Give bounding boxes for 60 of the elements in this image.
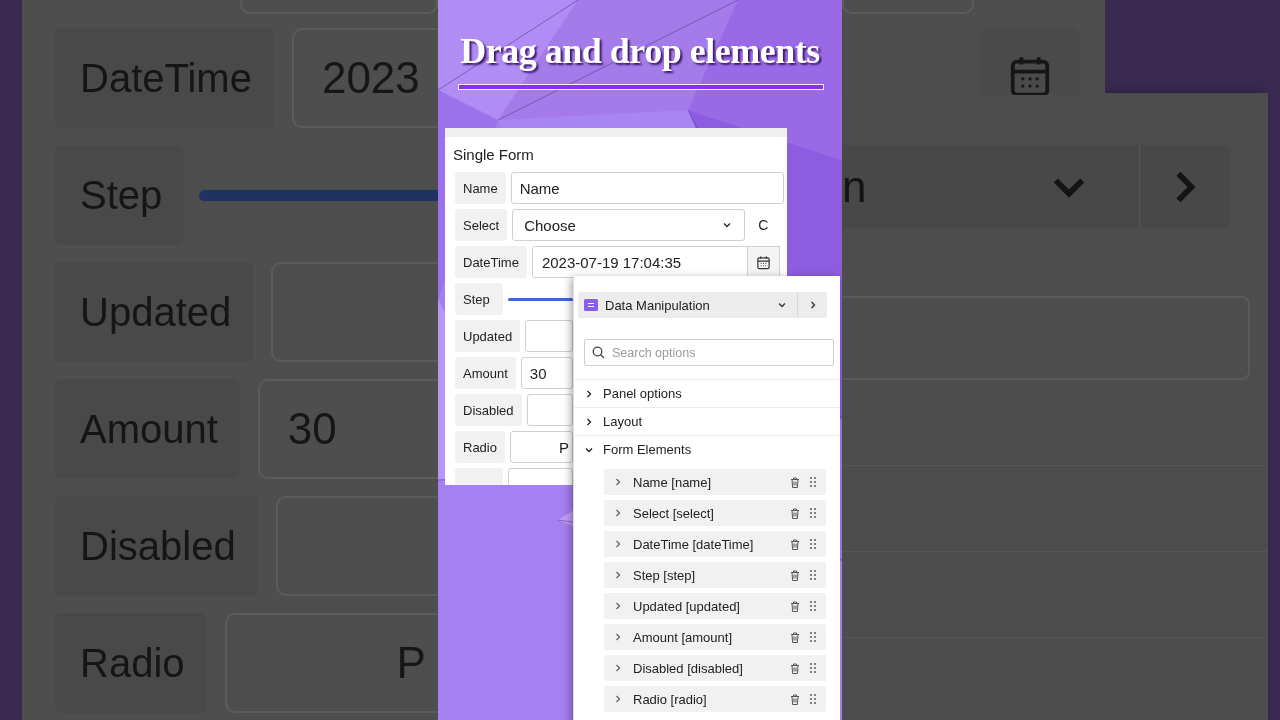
search-icon: [592, 346, 605, 359]
drag-handle-icon[interactable]: [809, 662, 817, 674]
chevron-down-icon: [722, 220, 733, 230]
form-element-item[interactable]: DateTime [dateTime]: [604, 531, 826, 557]
trash-icon[interactable]: [790, 476, 800, 488]
form-element-item[interactable]: Select [select]: [604, 500, 826, 526]
field-label: Radio: [455, 431, 505, 463]
drag-handle-icon[interactable]: [809, 693, 817, 705]
panel-selector[interactable]: Data Manipulation: [578, 292, 827, 318]
trash-icon[interactable]: [790, 538, 800, 550]
form-element-item[interactable]: Disabled [disabled]: [604, 655, 826, 681]
form-element-item[interactable]: Updated [updated]: [604, 593, 826, 619]
input-field[interactable]: [842, 0, 974, 14]
drag-handle-icon[interactable]: [809, 600, 817, 612]
drag-handle-icon[interactable]: [809, 631, 817, 643]
trash-icon[interactable]: [790, 569, 800, 581]
drag-handle-icon[interactable]: [809, 507, 817, 519]
chevron-right-icon: [613, 601, 623, 611]
chevron-right-icon: [613, 508, 623, 518]
section-header[interactable]: Form Elements: [574, 435, 840, 463]
chevron-right-icon: [613, 694, 623, 704]
slider-track[interactable]: [508, 297, 573, 301]
chevron-right-icon: [613, 570, 623, 580]
video-title: Drag and drop elements: [459, 30, 821, 72]
trash-icon[interactable]: [790, 600, 800, 612]
field-label: DateTime: [455, 246, 527, 278]
field-label: Step: [455, 283, 503, 315]
chevron-right-icon: [613, 477, 623, 487]
chevron-right-icon: [584, 388, 594, 399]
trash-icon[interactable]: [790, 507, 800, 519]
drag-handle-icon[interactable]: [809, 538, 817, 550]
field-label: Updated: [455, 320, 521, 352]
chevron-right-icon: [613, 632, 623, 642]
field-label: Disabled: [455, 394, 522, 426]
trash-icon[interactable]: [790, 693, 800, 705]
section-header[interactable]: Panel options: [574, 379, 840, 407]
drag-handle-icon[interactable]: [809, 569, 817, 581]
form-element-item[interactable]: Step [step]: [604, 562, 826, 588]
field-label: Select: [455, 209, 508, 241]
form-title: Single Form: [453, 146, 534, 163]
drag-handle-icon[interactable]: [809, 476, 817, 488]
chevron-down-icon: [777, 300, 787, 310]
panel-type-icon: [584, 299, 598, 311]
chevron-right-icon: [584, 416, 594, 427]
field-label: Amount: [455, 357, 516, 389]
trash-icon[interactable]: [790, 662, 800, 674]
trash-icon[interactable]: [790, 631, 800, 643]
input-field[interactable]: Name: [510, 172, 784, 204]
select-dropdown[interactable]: Choose: [512, 209, 746, 241]
field-label: C: [757, 216, 769, 235]
form-element-item[interactable]: Amount [amount]: [604, 624, 826, 650]
form-element-item[interactable]: Radio [radio]: [604, 686, 826, 712]
field-label: Name: [455, 172, 506, 204]
input-field[interactable]: [240, 0, 438, 14]
form-element-item[interactable]: Name [name]: [604, 469, 826, 495]
section-header[interactable]: Layout: [574, 407, 840, 435]
chevron-right-icon: [613, 663, 623, 673]
calendar-icon: [755, 254, 771, 270]
search-field[interactable]: [842, 296, 1250, 380]
chevron-right-icon: [613, 539, 623, 549]
